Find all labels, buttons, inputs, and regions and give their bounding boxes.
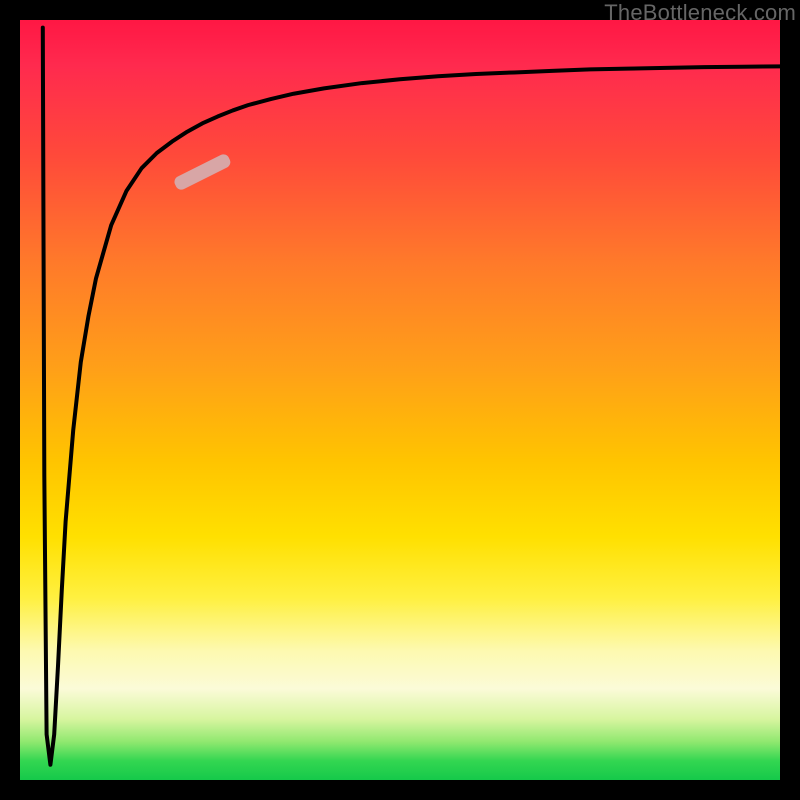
plot-area <box>20 20 780 780</box>
curve-layer <box>20 20 780 780</box>
curve-marker <box>172 152 232 191</box>
chart-stage: TheBottleneck.com <box>0 0 800 800</box>
bottleneck-curve-path <box>43 28 780 765</box>
